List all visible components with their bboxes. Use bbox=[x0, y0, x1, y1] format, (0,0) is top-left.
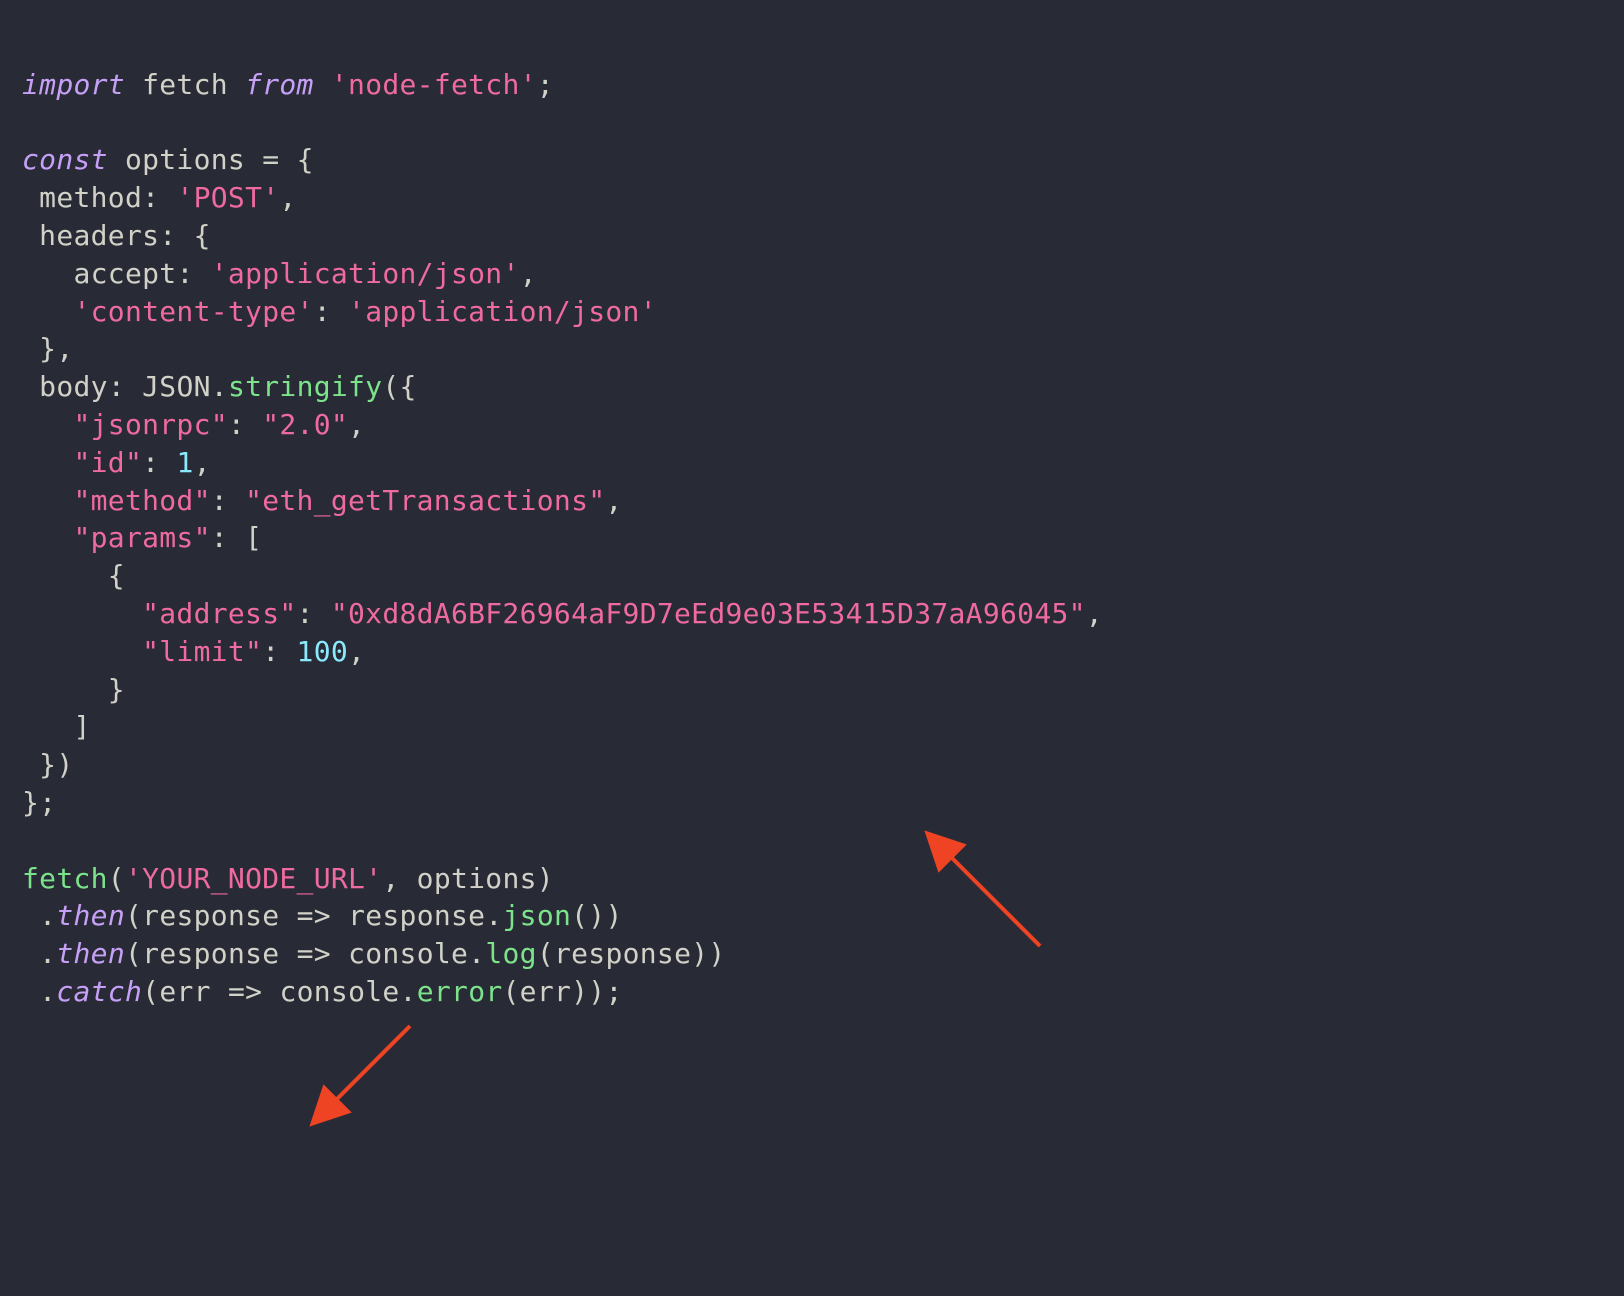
code-line: method: 'POST', bbox=[22, 181, 297, 214]
code-line: const options = { bbox=[22, 143, 314, 176]
code-line: .then(response => console.log(response)) bbox=[22, 937, 726, 970]
address-string: "0xd8dA6BF26964aF9D7eEd9e03E53415D37aA96… bbox=[331, 597, 1086, 630]
code-line: .catch(err => console.error(err)); bbox=[22, 975, 623, 1008]
code-line: 'content-type': 'application/json' bbox=[22, 295, 657, 328]
code-line: }) bbox=[22, 748, 74, 781]
code-line: body: JSON.stringify({ bbox=[22, 370, 417, 403]
code-line: { bbox=[22, 559, 125, 592]
code-line: import fetch from 'node-fetch'; bbox=[22, 68, 554, 101]
code-block: import fetch from 'node-fetch'; const op… bbox=[0, 0, 1624, 1266]
code-line: "params": [ bbox=[22, 521, 262, 554]
code-line: "method": "eth_getTransactions", bbox=[22, 484, 623, 517]
code-line: "address": "0xd8dA6BF26964aF9D7eEd9e03E5… bbox=[22, 597, 1103, 630]
code-line: "id": 1, bbox=[22, 446, 211, 479]
code-line: ] bbox=[22, 710, 91, 743]
code-line: "limit": 100, bbox=[22, 635, 365, 668]
annotation-arrow-icon bbox=[915, 750, 1055, 1031]
code-line: .then(response => response.json()) bbox=[22, 899, 623, 932]
your-node-url-string: 'YOUR_NODE_URL' bbox=[125, 862, 382, 895]
code-line: fetch('YOUR_NODE_URL', options) bbox=[22, 862, 554, 895]
code-line: headers: { bbox=[22, 219, 211, 252]
code-line: }; bbox=[22, 786, 56, 819]
code-line: "jsonrpc": "2.0", bbox=[22, 408, 365, 441]
code-line: } bbox=[22, 673, 125, 706]
code-line: }, bbox=[22, 332, 74, 365]
code-line: accept: 'application/json', bbox=[22, 257, 537, 290]
